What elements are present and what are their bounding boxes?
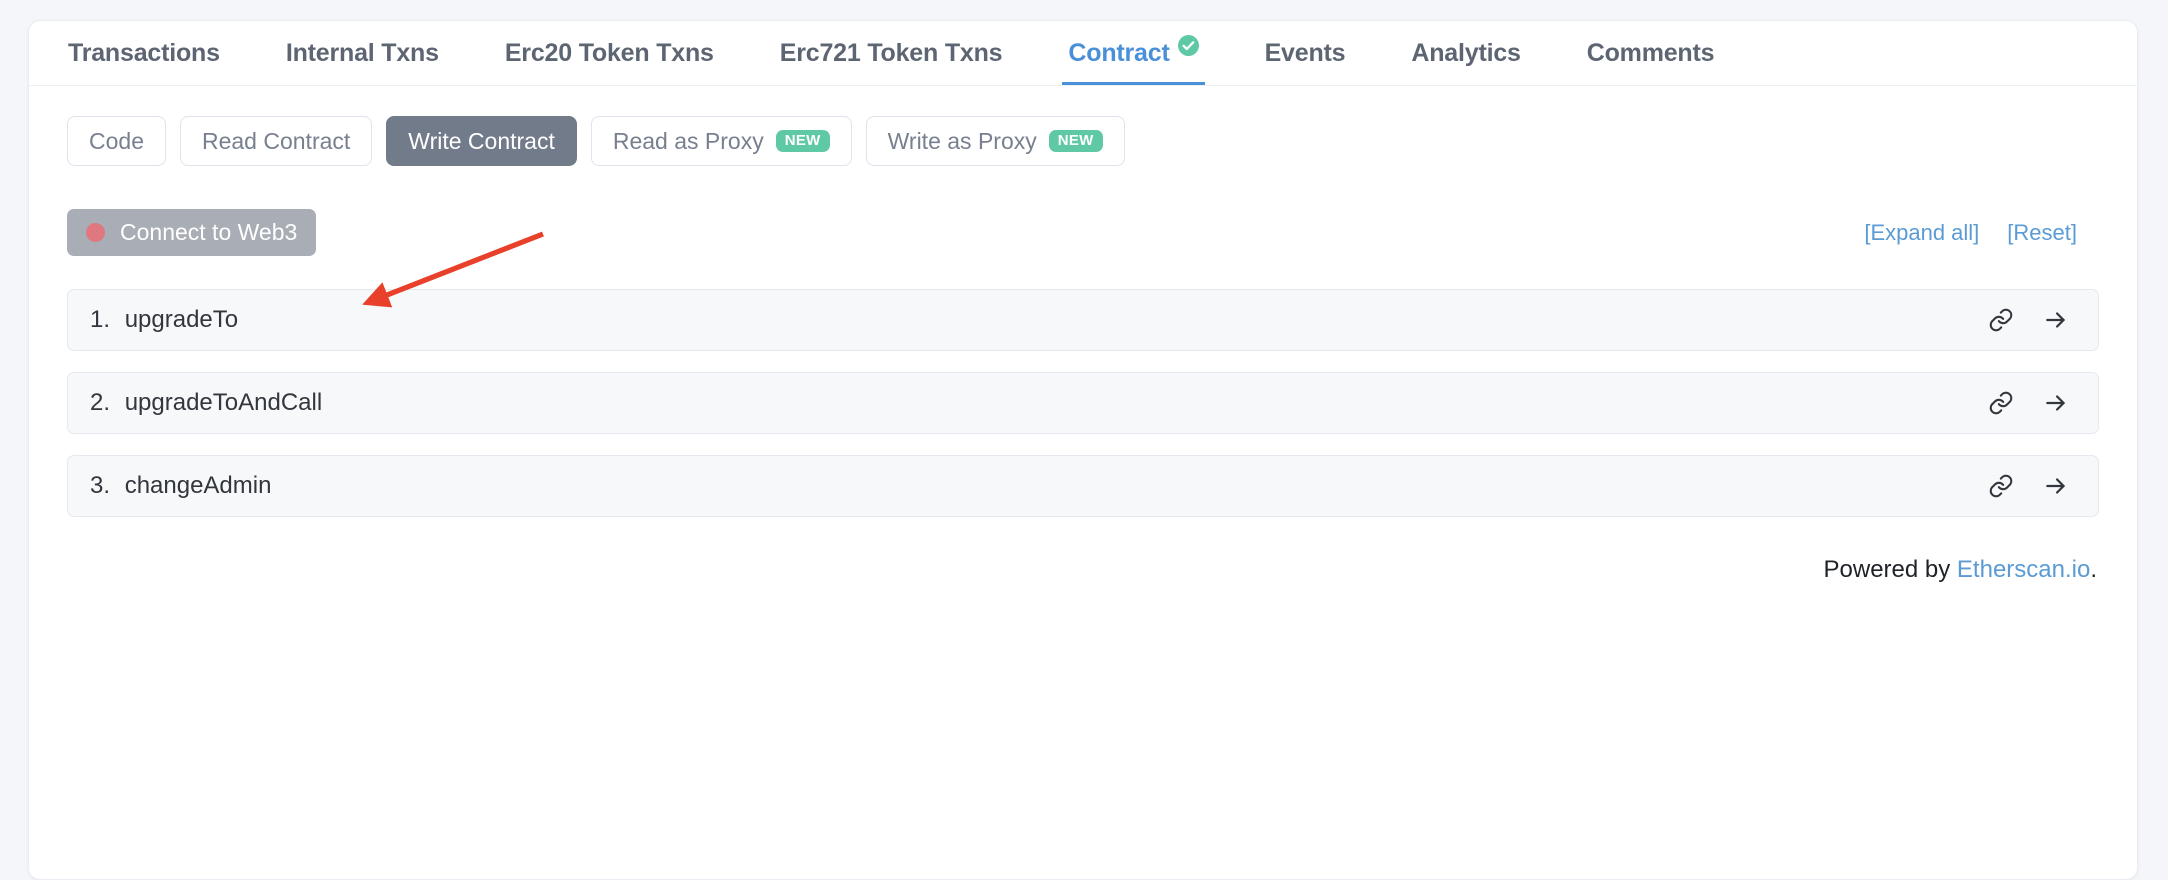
subtab-label: Read Contract <box>201 127 351 154</box>
reset-link[interactable]: [Reset] <box>2007 220 2077 246</box>
function-label: 1. upgradeTo <box>90 306 238 334</box>
expand-arrow-icon[interactable] <box>2042 473 2070 499</box>
subtab-label: Write as Proxy <box>887 127 1037 154</box>
tab-label: Erc721 Token Txns <box>779 38 1003 67</box>
tab-label: Contract <box>1068 38 1170 67</box>
subtab-write-contract[interactable]: Write Contract <box>386 116 577 166</box>
connect-button-label: Connect to Web3 <box>120 219 298 245</box>
tab-transactions[interactable]: Transactions <box>35 21 253 85</box>
function-index: 3. <box>90 472 111 499</box>
function-index: 2. <box>90 389 111 416</box>
tab-label: Internal Txns <box>285 38 439 67</box>
connection-status-dot-icon <box>86 223 105 242</box>
function-row-upgradeto[interactable]: 1. upgradeTo <box>67 289 2099 351</box>
subtab-label: Read as Proxy <box>612 127 764 154</box>
function-row-icons <box>1988 473 2076 499</box>
function-label: 3. changeAdmin <box>90 472 271 500</box>
powered-by-suffix: . <box>2090 556 2097 583</box>
function-label: 2. upgradeToAndCall <box>90 389 322 417</box>
tab-comments[interactable]: Comments <box>1554 21 1748 85</box>
subtab-label: Write Contract <box>408 127 555 154</box>
copy-link-icon[interactable] <box>1988 307 2014 333</box>
tab-erc721-token-txns[interactable]: Erc721 Token Txns <box>747 21 1036 85</box>
copy-link-icon[interactable] <box>1988 473 2014 499</box>
function-row-changeadmin[interactable]: 3. changeAdmin <box>67 455 2099 517</box>
write-function-list: 1. upgradeTo 2. upgradeToAndCall 3. chan… <box>29 256 2137 517</box>
function-row-icons <box>1988 390 2076 416</box>
connect-to-web3-button[interactable]: Connect to Web3 <box>67 209 317 256</box>
contract-panel: Transactions Internal Txns Erc20 Token T… <box>28 20 2138 880</box>
function-row-upgradetoandcall[interactable]: 2. upgradeToAndCall <box>67 372 2099 434</box>
function-name: upgradeTo <box>124 306 239 333</box>
copy-link-icon[interactable] <box>1988 390 2014 416</box>
tab-label: Events <box>1264 38 1346 67</box>
subtab-read-contract[interactable]: Read Contract <box>179 116 373 166</box>
tab-label: Erc20 Token Txns <box>504 38 714 67</box>
subtab-write-as-proxy[interactable]: Write as Proxy NEW <box>865 116 1125 166</box>
function-name: changeAdmin <box>124 472 272 499</box>
tab-erc20-token-txns[interactable]: Erc20 Token Txns <box>472 21 747 85</box>
subtab-label: Code <box>89 127 144 154</box>
expand-arrow-icon[interactable] <box>2042 307 2070 333</box>
new-badge: NEW <box>775 130 830 152</box>
tab-analytics[interactable]: Analytics <box>1378 21 1553 85</box>
tab-label: Comments <box>1586 38 1715 67</box>
tab-label: Analytics <box>1411 38 1521 67</box>
etherscan-link[interactable]: Etherscan.io <box>1957 556 2090 583</box>
main-tab-bar: Transactions Internal Txns Erc20 Token T… <box>29 21 2137 86</box>
list-actions: [Expand all] [Reset] <box>1864 220 2097 246</box>
function-name: upgradeToAndCall <box>124 389 323 416</box>
tab-internal-txns[interactable]: Internal Txns <box>253 21 472 85</box>
expand-arrow-icon[interactable] <box>2042 390 2070 416</box>
new-badge: NEW <box>1048 130 1103 152</box>
verified-check-icon <box>1177 35 1199 56</box>
connect-row: Connect to Web3 [Expand all] [Reset] <box>29 166 2137 256</box>
expand-all-link[interactable]: [Expand all] <box>1864 220 1979 246</box>
tab-contract[interactable]: Contract <box>1035 21 1231 85</box>
tab-label: Transactions <box>68 38 220 67</box>
function-row-icons <box>1988 307 2076 333</box>
powered-by-prefix: Powered by <box>1823 556 1957 583</box>
powered-by-footer: Powered by Etherscan.io. <box>29 538 2137 584</box>
subtab-read-as-proxy[interactable]: Read as Proxy NEW <box>590 116 852 166</box>
subtab-code[interactable]: Code <box>67 116 166 166</box>
tab-events[interactable]: Events <box>1232 21 1379 85</box>
function-index: 1. <box>90 306 111 333</box>
contract-subtab-bar: Code Read Contract Write Contract Read a… <box>29 86 2137 166</box>
